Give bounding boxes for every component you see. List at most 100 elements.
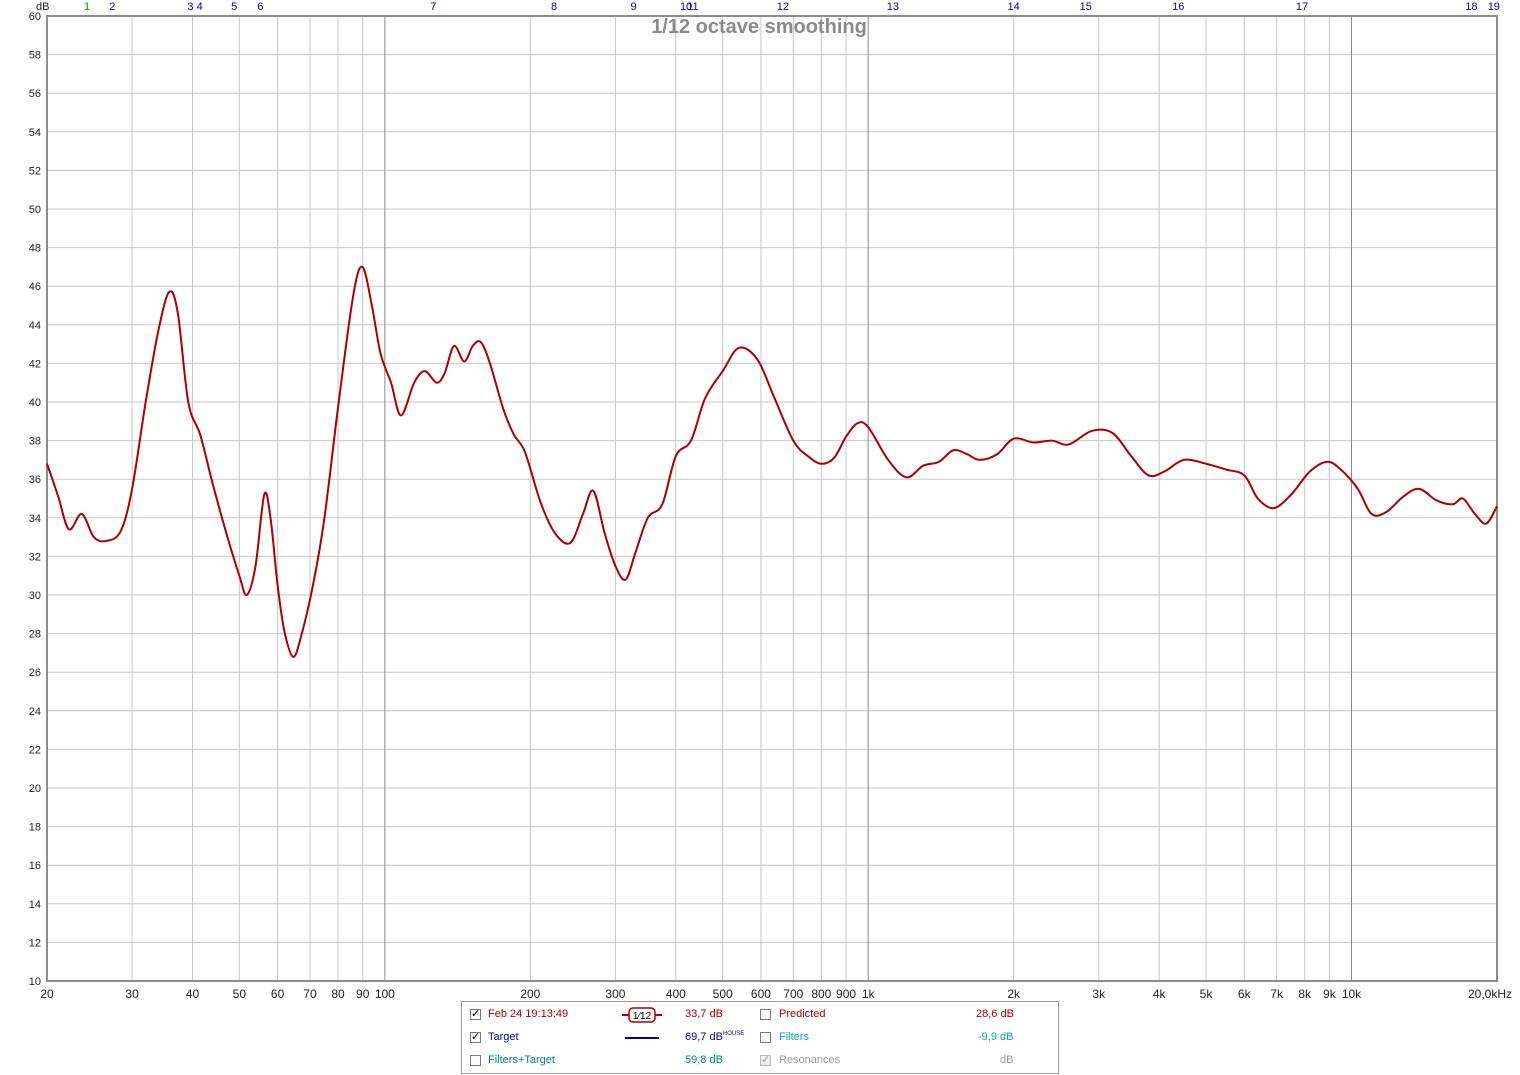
y-tick-label: 16: [29, 860, 41, 872]
filter-marker-label: 16: [1172, 1, 1184, 13]
x-tick-label: 3k: [1092, 987, 1106, 1001]
filters-value: -9,9 dB: [978, 1031, 1014, 1043]
filter-marker-label: 1: [84, 1, 90, 13]
x-tick-label: 100: [375, 987, 395, 1001]
y-tick-label: 18: [29, 822, 41, 834]
filter-marker-label: 13: [887, 1, 899, 13]
y-tick-label: 26: [29, 667, 41, 679]
x-tick-label: 8k: [1298, 987, 1312, 1001]
x-tick-label: 6k: [1238, 987, 1252, 1001]
y-tick-label: 48: [29, 243, 41, 255]
x-tick-label: 30: [125, 987, 139, 1001]
filter-marker-label: 5: [231, 1, 237, 13]
y-tick-label: 44: [29, 320, 41, 332]
filter-marker-label: 15: [1080, 1, 1092, 13]
x-tick-label: 60: [271, 987, 285, 1001]
x-tick-label: 90: [356, 987, 370, 1001]
plot-frame: [46, 15, 1498, 982]
filter-marker-label: 17: [1296, 1, 1308, 13]
filters-target-value: 59,8 dB: [685, 1054, 723, 1066]
x-tick-label: 1k: [862, 987, 876, 1001]
y-tick-label: 20: [29, 783, 41, 795]
x-tick-label: 600: [751, 987, 771, 1001]
y-tick-label: 12: [29, 937, 41, 949]
x-tick-label: 700: [783, 987, 803, 1001]
filters-target-label[interactable]: Filters+Target: [488, 1054, 555, 1066]
x-tick-label: 300: [605, 987, 625, 1001]
x-tick-label: 20: [40, 987, 54, 1001]
legend-row-measurement: ✓ Feb 24 19:13:49 1⁄12 33,7 dB Predicted…: [462, 1006, 1058, 1026]
y-tick-label: 38: [29, 436, 41, 448]
x-tick-label: 400: [666, 987, 686, 1001]
grid: [46, 15, 1497, 982]
y-tick-label: 52: [29, 165, 41, 177]
target-label[interactable]: Target: [488, 1031, 519, 1043]
y-tick-label: 46: [29, 281, 41, 293]
filter-markers: 1 2 3 4 5 6 7 8 9 1011 12 13 14 15 16 17 18 19: [84, 1, 1500, 13]
measurement-checkbox[interactable]: ✓: [470, 1009, 481, 1020]
x-tick-label: 500: [713, 987, 733, 1001]
y-tick-label: 56: [29, 88, 41, 100]
y-tick-label: 32: [29, 551, 41, 563]
y-tick-label: 22: [29, 744, 41, 756]
resonances-value: dB: [1000, 1054, 1014, 1066]
y-tick-label: 14: [29, 899, 41, 911]
filter-marker-label: 6: [257, 1, 263, 13]
y-tick-label: 34: [29, 513, 41, 525]
legend-row-target: ✓ Target 69,7 dBHOUSE Filters -9,9 dB: [462, 1029, 1058, 1049]
y-tick-labels: 10 12 14 16 18 20 22 24 26 28 30 32 34 36 38 40 42 44 46 48…: [29, 11, 41, 988]
measurement-label[interactable]: Feb 24 19:13:49: [488, 1008, 568, 1020]
x-tick-labels: 20 30 40 50 60 70 80 90 100 200 300 400 500 600 700 800…: [40, 987, 1362, 1001]
x-tick-label: 7k: [1270, 987, 1284, 1001]
x-tick-label: 9k: [1323, 987, 1337, 1001]
filter-marker-label: 2: [109, 1, 115, 13]
filter-marker-label: 19: [1488, 1, 1500, 13]
resonances-label[interactable]: Resonances: [779, 1054, 840, 1066]
filter-marker-label: 3: [187, 1, 193, 13]
y-tick-label: 54: [29, 127, 41, 139]
y-tick-label: 28: [29, 629, 41, 641]
predicted-value: 28,6 dB: [976, 1008, 1014, 1020]
x-tick-label: 10k: [1342, 987, 1362, 1001]
x-unit-label: 20,0kHz: [1468, 987, 1512, 1001]
filter-marker-label: 18: [1465, 1, 1477, 13]
smoothing-badge-text: 1⁄12: [633, 1011, 652, 1022]
x-tick-label: 800: [811, 987, 831, 1001]
y-tick-label: 42: [29, 358, 41, 370]
chart-title: 1/12 octave smoothing: [651, 16, 867, 38]
filters-checkbox[interactable]: [760, 1032, 771, 1043]
y-unit-label: dB: [36, 1, 49, 13]
y-tick-label: 36: [29, 474, 41, 486]
y-tick-label: 50: [29, 204, 41, 216]
target-value-text: 69,7 dB: [685, 1031, 723, 1043]
x-tick-label: 5k: [1200, 987, 1214, 1001]
y-tick-label: 10: [29, 976, 41, 988]
target-curve-name: HOUSE: [722, 1031, 745, 1037]
x-tick-label: 900: [836, 987, 856, 1001]
frequency-response-chart: 1012141618202224262830323436384042444648…: [29, 1, 1512, 1001]
filters-target-checkbox[interactable]: [470, 1055, 481, 1066]
filter-marker-label: 7: [430, 1, 436, 13]
y-tick-label: 40: [29, 397, 41, 409]
y-tick-label: 30: [29, 590, 41, 602]
filter-marker-label: 11: [687, 1, 698, 13]
x-tick-label: 2k: [1007, 987, 1021, 1001]
measurement-value: 33,7 dB: [685, 1008, 723, 1020]
filters-label[interactable]: Filters: [779, 1031, 809, 1043]
filter-marker-label: 12: [777, 1, 789, 13]
predicted-checkbox[interactable]: [760, 1009, 771, 1020]
smoothing-badge-icon[interactable]: 1⁄12: [622, 1006, 662, 1024]
filter-marker-label: 9: [630, 1, 636, 13]
target-line-swatch: [625, 1037, 659, 1039]
filter-marker-label: 4: [197, 1, 203, 13]
legend-panel: ✓ Feb 24 19:13:49 1⁄12 33,7 dB Predicted…: [461, 1001, 1059, 1074]
legend-row-filters-target: Filters+Target 59,8 dB ✓ Resonances dB: [462, 1052, 1058, 1072]
y-tick-label: 24: [29, 706, 41, 718]
x-tick-label: 50: [233, 987, 247, 1001]
resonances-checkbox[interactable]: ✓: [760, 1055, 771, 1066]
target-checkbox[interactable]: ✓: [470, 1032, 481, 1043]
x-tick-label: 200: [520, 987, 540, 1001]
filter-marker-label: 14: [1008, 1, 1020, 13]
predicted-label[interactable]: Predicted: [779, 1008, 825, 1020]
filter-marker-label: 8: [551, 1, 557, 13]
